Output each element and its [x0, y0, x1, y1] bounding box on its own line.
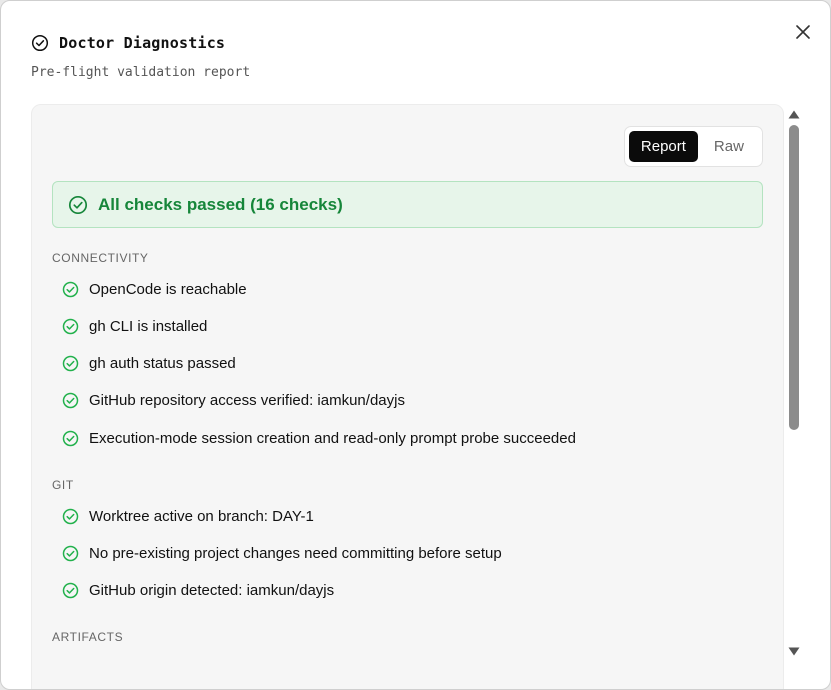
triangle-up-icon [788, 110, 800, 118]
dialog-title: Doctor Diagnostics [59, 34, 226, 52]
dialog-header: Doctor Diagnostics [31, 34, 225, 52]
close-icon [796, 25, 810, 39]
tab-raw[interactable]: Raw [700, 131, 758, 162]
check-item: gh auth status passed [62, 353, 236, 373]
check-text: GitHub origin detected: iamkun/dayjs [89, 581, 335, 599]
dialog-subtitle: Pre-flight validation report [31, 65, 251, 80]
check-circle-icon [62, 281, 79, 298]
scrollbar-thumb[interactable] [789, 125, 799, 430]
check-text: gh auth status passed [89, 354, 236, 372]
report-panel: Report Raw All checks passed (16 checks)… [31, 104, 784, 689]
check-item: GitHub origin detected: iamkun/dayjs [62, 580, 334, 600]
check-item: gh CLI is installed [62, 316, 207, 336]
check-item: No pre-existing project changes need com… [62, 543, 502, 563]
scroll-down-button[interactable] [788, 646, 800, 656]
tab-report[interactable]: Report [629, 131, 698, 162]
check-circle-icon [62, 355, 79, 372]
check-item: GitHub repository access verified: iamku… [62, 390, 405, 410]
check-item: Execution-mode session creation and read… [62, 428, 576, 448]
check-item: Worktree active on branch: DAY-1 [62, 506, 314, 526]
check-circle-icon [68, 195, 88, 215]
summary-text: All checks passed (16 checks) [98, 194, 343, 214]
check-text: OpenCode is reachable [89, 280, 247, 298]
doctor-diagnostics-dialog: Doctor Diagnostics Pre-flight validation… [0, 0, 831, 690]
check-item: OpenCode is reachable [62, 279, 247, 299]
triangle-down-icon [788, 647, 800, 655]
check-circle-icon [62, 318, 79, 335]
check-circle-icon [62, 545, 79, 562]
check-circle-icon [62, 392, 79, 409]
view-toggle: Report Raw [624, 126, 763, 167]
check-text: Worktree active on branch: DAY-1 [89, 507, 314, 525]
check-text: No pre-existing project changes need com… [89, 544, 502, 562]
close-button[interactable] [790, 19, 816, 45]
section-label-artifacts: ARTIFACTS [52, 630, 124, 644]
check-text: Execution-mode session creation and read… [89, 429, 576, 447]
section-label-git: GIT [52, 478, 74, 492]
section-label-connectivity: CONNECTIVITY [52, 251, 149, 265]
summary-banner: All checks passed (16 checks) [52, 181, 763, 228]
check-text: gh CLI is installed [89, 317, 208, 335]
check-circle-icon [31, 34, 49, 52]
scroll-up-button[interactable] [788, 109, 800, 119]
check-circle-icon [62, 430, 79, 447]
check-circle-icon [62, 582, 79, 599]
check-circle-icon [62, 508, 79, 525]
check-text: GitHub repository access verified: iamku… [89, 391, 405, 409]
